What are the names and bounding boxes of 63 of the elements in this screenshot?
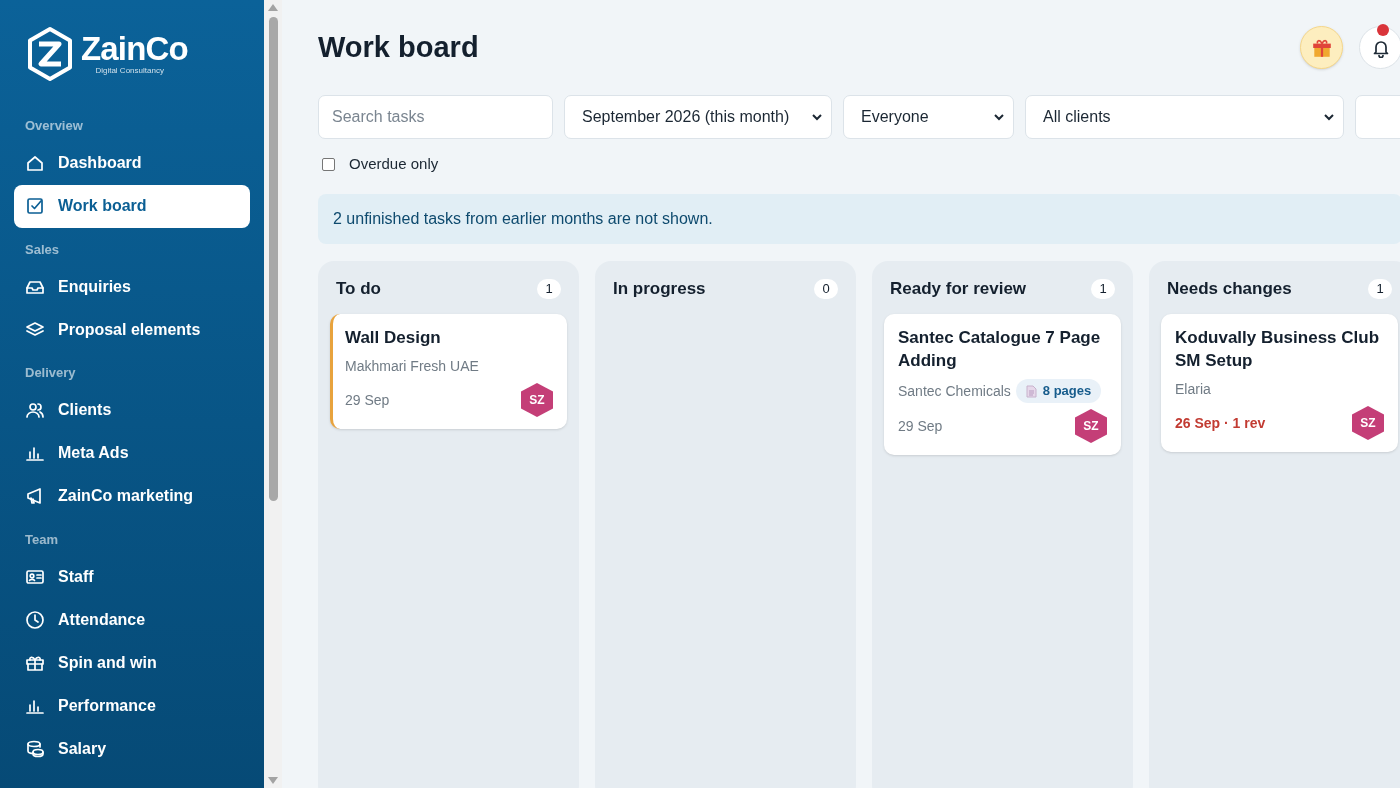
section-label: Delivery [24,364,77,382]
nav-item[interactable]: ZainCo marketing [14,474,250,518]
nav-item[interactable]: Meta Ads [14,431,250,475]
client-name: Elaria [1175,380,1211,399]
nav-item[interactable]: Salary [14,727,250,770]
nav-item[interactable]: Enquiries [14,265,250,308]
task-card[interactable]: Santec Catalogue 7 Page Adding Santec Chemicals 8 pages 29 Sep SZ [884,314,1121,455]
gift-button[interactable] [1300,26,1343,69]
checkbox-label: Overdue only [349,153,439,174]
scrollbar[interactable] [264,0,282,788]
column-title: Needs changes [1167,278,1292,301]
filter-select[interactable]: September 2026 (this month) [564,95,832,139]
card-title: Wall Design [345,327,442,349]
users-icon [25,400,45,420]
count-badge: 0 [814,279,838,299]
section-label: Sales [24,240,60,259]
nav-item[interactable]: Proposal elements [14,308,250,351]
assignee-avatar: SZ [1075,409,1107,443]
nav-item[interactable]: Clients [14,388,250,432]
count-badge: 1 [1368,279,1392,299]
filter-select[interactable]: Everyone [843,95,1014,139]
count-badge: 1 [537,279,561,299]
chevron-down-icon [993,111,1005,123]
overdue-checkbox[interactable] [322,157,335,171]
count-badge: 1 [1091,279,1115,299]
due-date: 29 Sep [898,416,943,436]
column-title: Ready for review [890,278,1027,301]
client-name: Makhmari Fresh UAE [345,357,479,376]
pages-tag: 8 pages [1015,379,1102,403]
page-title: Work board [318,29,479,65]
nav-item[interactable]: Spin and win [14,641,250,684]
checkbox-icon [25,196,45,216]
card-title: Koduvally Business Club SM Setup [1175,327,1381,372]
nav-item[interactable]: Performance [14,684,250,727]
task-card[interactable]: Wall Design Makhmari Fresh UAE 29 Sep SZ [330,314,567,429]
filter-select[interactable]: All clients [1025,95,1344,139]
column-title: To do [336,278,381,301]
brand-name: ZainCo [81,32,188,66]
coins-icon [25,738,45,759]
client-name: Santec Chemicals [898,381,1011,401]
nav-item[interactable]: Dashboard [14,141,250,185]
column-title: In progress [613,278,706,301]
assignee-avatar: SZ [521,383,553,417]
info-banner: 2 unfinished tasks from earlier months are not shown. [318,194,1400,244]
nav-item[interactable]: Staff [14,555,250,598]
brand-tagline: Digital Consultancy [95,66,165,76]
document-icon [1025,384,1037,398]
task-card[interactable]: Koduvally Business Club SM Setup Elaria 26 Sep · 1 rev SZ [1161,314,1398,452]
notifications-button[interactable] [1359,26,1400,69]
home-icon [25,153,45,173]
chevron-down-icon [811,111,823,123]
hexagon-logo-icon [25,26,75,82]
search-field[interactable]: Search tasks [318,95,553,139]
chevron-down-icon [1323,111,1335,123]
nav-item[interactable]: Work board [14,184,250,228]
assignee-avatar: SZ [1352,406,1384,440]
card-title: Santec Catalogue 7 Page Adding [898,327,1102,372]
due-date: 29 Sep [345,390,390,410]
due-date: 26 Sep · 1 rev [1175,413,1266,433]
section-label: Team [24,530,59,549]
section-label: Overview [24,117,84,135]
clock-icon [25,609,45,630]
nav-item[interactable]: Attendance [14,598,250,641]
